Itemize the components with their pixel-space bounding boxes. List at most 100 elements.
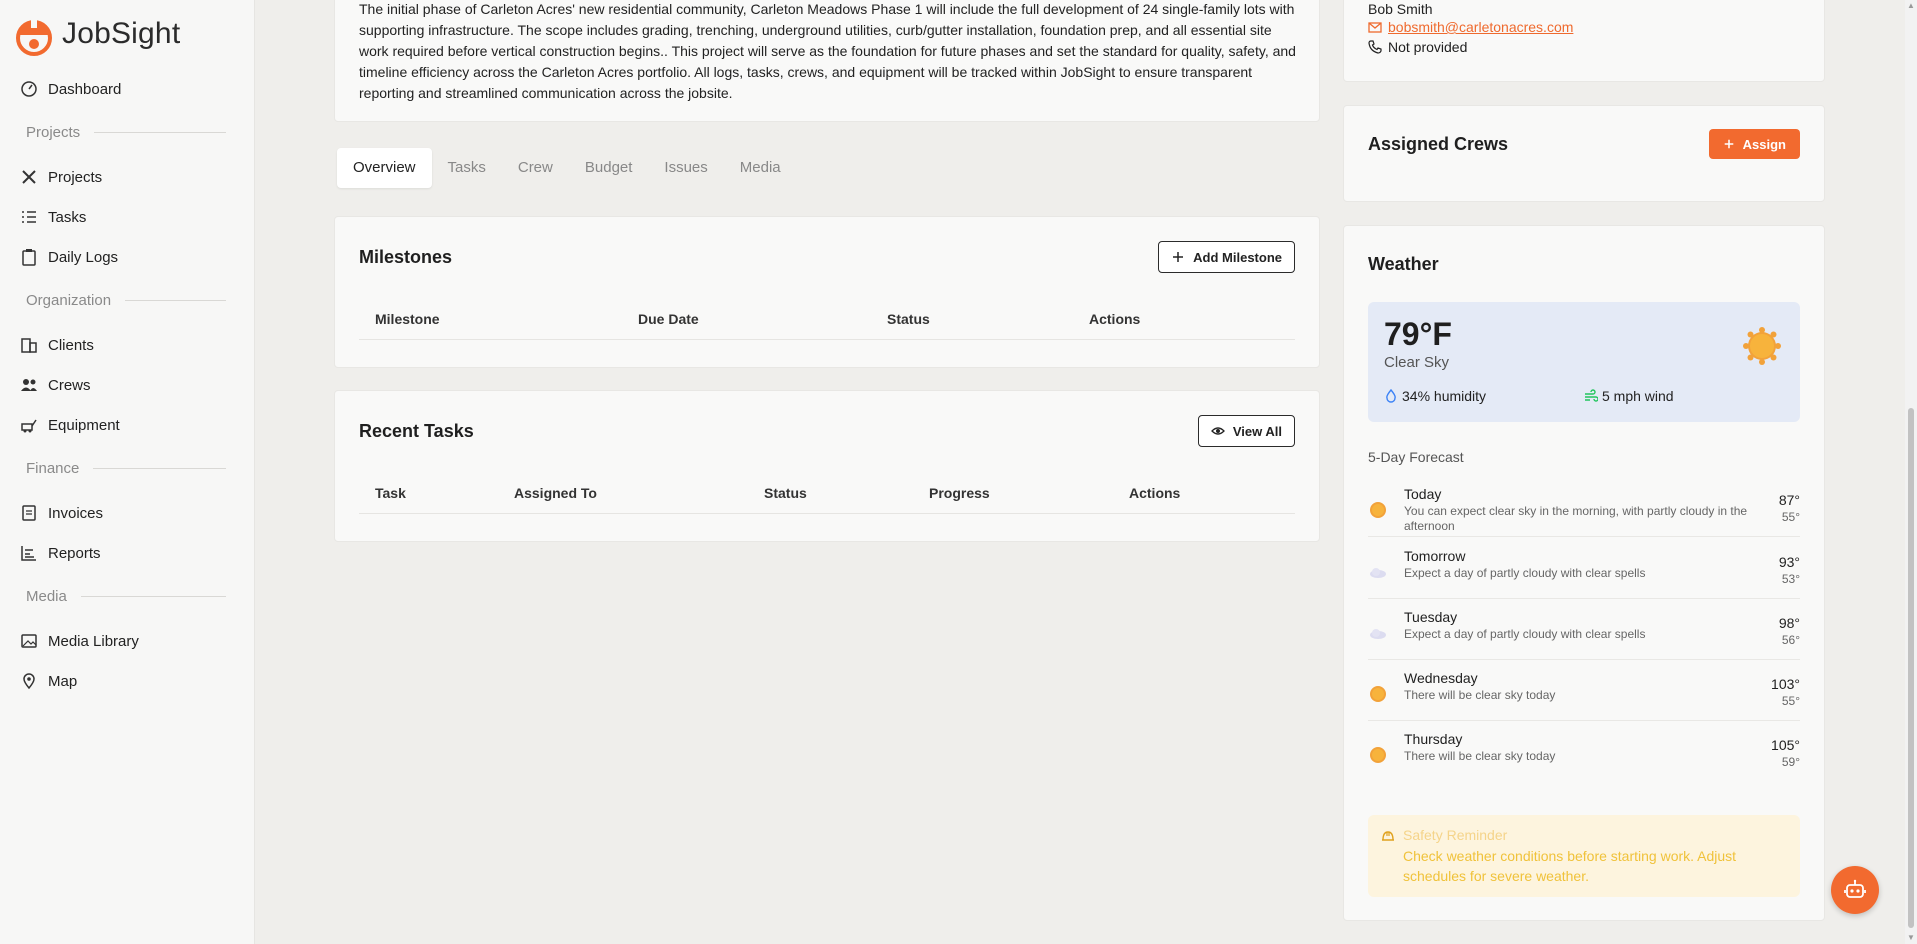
- milestones-title: Milestones: [359, 247, 453, 267]
- project-description-card: The initial phase of Carleton Acres' new…: [334, 0, 1320, 122]
- forecast-row: Thursday There will be clear sky today 1…: [1368, 731, 1800, 781]
- button-label: View All: [1232, 423, 1282, 439]
- tab-crew[interactable]: Crew: [502, 148, 569, 188]
- sidebar-item-label: Map: [48, 672, 78, 690]
- forecast-high: 98°: [1778, 615, 1800, 631]
- contact-email-link[interactable]: bobsmith@carletonacres.com: [1388, 19, 1573, 35]
- column-header: Milestone: [375, 311, 440, 327]
- contact-name: Bob Smith: [1368, 1, 1433, 17]
- forecast-row: Tomorrow Expect a day of partly cloudy w…: [1368, 548, 1800, 599]
- weather-card: Weather 79°F Clear Sky 34% humidity 5 mp…: [1343, 225, 1825, 921]
- recent-tasks-table-header: Task Assigned To Status Progress Actions: [359, 473, 1295, 514]
- divider: [80, 596, 226, 597]
- sun-icon: [1743, 327, 1781, 365]
- forecast-row: Tuesday Expect a day of partly cloudy wi…: [1368, 609, 1800, 660]
- building-icon: [21, 338, 37, 353]
- column-header: Progress: [929, 485, 990, 501]
- scroll-up-icon[interactable]: ▲: [1907, 2, 1915, 10]
- sidebar-item-label: Invoices: [48, 504, 104, 522]
- weather-title: Weather: [1368, 254, 1439, 274]
- safety-title: Safety Reminder: [1403, 827, 1508, 843]
- column-header: Status: [764, 485, 807, 501]
- section-label: Media: [26, 588, 67, 605]
- scroll-thumb[interactable]: [1908, 408, 1914, 928]
- forecast-high: 105°: [1771, 737, 1800, 753]
- forecast-high: 87°: [1778, 492, 1800, 508]
- forecast-day: Today: [1404, 486, 1442, 502]
- view-all-button[interactable]: View All: [1197, 415, 1295, 447]
- forecast-low: 55°: [1781, 694, 1800, 708]
- tab-overview[interactable]: Overview: [337, 148, 432, 188]
- sun-icon: [1370, 747, 1386, 763]
- forecast-day: Tuesday: [1404, 609, 1458, 625]
- sidebar-item-dashboard[interactable]: Dashboard: [20, 80, 121, 98]
- tab-budget[interactable]: Budget: [569, 148, 649, 188]
- nav-section-projects: Projects: [26, 124, 226, 141]
- milestones-table-header: Milestone Due Date Status Actions: [359, 299, 1295, 340]
- section-label: Organization: [26, 292, 112, 309]
- section-label: Projects: [26, 124, 81, 141]
- droplet-icon: [1386, 389, 1396, 403]
- sidebar-item-map[interactable]: Map: [20, 672, 77, 690]
- sidebar-item-label: Reports: [48, 544, 101, 562]
- safety-reminder: Safety Reminder Check weather conditions…: [1368, 815, 1800, 897]
- recent-tasks-title: Recent Tasks: [359, 421, 474, 441]
- forecast-desc: You can expect clear sky in the morning,…: [1404, 504, 1748, 533]
- forecast-desc: There will be clear sky today: [1404, 688, 1556, 702]
- forecast-desc: Expect a day of partly cloudy with clear…: [1404, 566, 1646, 580]
- contact-phone: Not provided: [1388, 39, 1468, 55]
- sidebar-item-tasks[interactable]: Tasks: [20, 208, 86, 226]
- tab-media[interactable]: Media: [724, 148, 797, 188]
- scroll-down-icon[interactable]: ▼: [1907, 934, 1915, 942]
- assistant-chat-button[interactable]: [1831, 866, 1879, 914]
- nav-section-organization: Organization: [26, 292, 226, 309]
- assigned-crews-card: Assigned Crews Assign: [1343, 105, 1825, 202]
- wind-icon: [1585, 389, 1598, 402]
- users-icon: [21, 379, 37, 391]
- humidity-reading: 34% humidity: [1384, 388, 1486, 404]
- sidebar-item-crews[interactable]: Crews: [20, 376, 91, 394]
- tab-tasks[interactable]: Tasks: [432, 148, 502, 188]
- safety-text: Check weather conditions before starting…: [1403, 848, 1737, 884]
- sidebar-item-projects[interactable]: Projects: [20, 168, 102, 186]
- tab-issues[interactable]: Issues: [648, 148, 723, 188]
- sidebar-item-label: Dashboard: [48, 80, 122, 98]
- sidebar-item-invoices[interactable]: Invoices: [20, 504, 103, 522]
- hardhat-logo-icon: [16, 18, 52, 56]
- forecast-day: Thursday: [1404, 731, 1463, 747]
- cloud-icon: [1370, 568, 1386, 578]
- sidebar-item-reports[interactable]: Reports: [20, 544, 101, 562]
- sidebar-item-daily-logs[interactable]: Daily Logs: [20, 248, 118, 266]
- forecast-low: 56°: [1781, 633, 1800, 647]
- list-check-icon: [22, 211, 36, 223]
- nav-section-media: Media: [26, 588, 226, 605]
- column-header: Assigned To: [514, 485, 597, 501]
- forecast-desc: There will be clear sky today: [1404, 749, 1556, 763]
- logo[interactable]: JobSight: [12, 12, 180, 56]
- sidebar-item-equipment[interactable]: Equipment: [20, 416, 120, 434]
- wind-text: 5 mph wind: [1602, 388, 1674, 404]
- sidebar: JobSight Dashboard Projects Projects Tas…: [0, 0, 255, 944]
- sidebar-item-clients[interactable]: Clients: [20, 336, 94, 354]
- sidebar-item-label: Projects: [48, 168, 103, 186]
- assign-crew-button[interactable]: Assign: [1708, 129, 1800, 159]
- forecast-high: 93°: [1778, 554, 1800, 570]
- page-scrollbar[interactable]: ▲ ▼: [1905, 0, 1917, 944]
- column-header: Task: [375, 485, 406, 501]
- sidebar-item-media-library[interactable]: Media Library: [20, 632, 139, 650]
- phone-icon: [1368, 40, 1382, 54]
- forecast-day: Wednesday: [1404, 670, 1478, 686]
- robot-icon: [1844, 879, 1866, 898]
- add-milestone-button[interactable]: Add Milestone: [1158, 241, 1295, 273]
- chart-icon: [21, 546, 36, 561]
- column-header: Actions: [1129, 485, 1181, 501]
- current-condition: Clear Sky: [1384, 354, 1450, 371]
- sidebar-item-label: Media Library: [48, 632, 139, 650]
- forecast-row: Wednesday There will be clear sky today …: [1368, 670, 1800, 721]
- sidebar-item-label: Daily Logs: [48, 248, 119, 266]
- forecast-low: 55°: [1781, 510, 1800, 524]
- divider: [125, 300, 226, 301]
- clipboard-icon: [22, 249, 36, 266]
- eye-icon: [1210, 427, 1225, 435]
- nav-section-finance: Finance: [26, 460, 226, 477]
